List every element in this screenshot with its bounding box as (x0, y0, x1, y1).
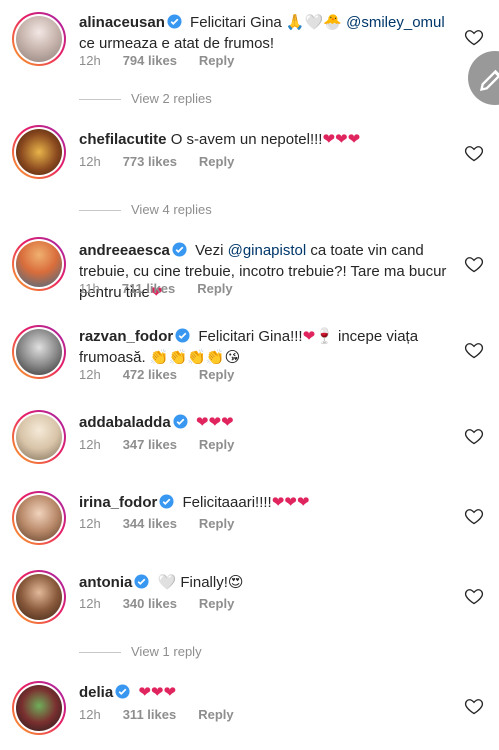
likes-count[interactable]: 311 likes (123, 707, 177, 722)
username[interactable]: chefilacutite (79, 131, 167, 148)
reply-button[interactable]: Reply (199, 437, 234, 452)
divider-line (79, 210, 121, 212)
username[interactable]: razvan_fodor (79, 328, 173, 345)
likes-count[interactable]: 344 likes (123, 516, 177, 531)
comment-meta: 12h 347 likes Reply (79, 437, 256, 452)
view-replies-button[interactable]: View 4 replies (79, 202, 212, 217)
heart-outline-icon[interactable] (464, 506, 484, 526)
heart-emoji: ❤❤❤ (322, 131, 361, 148)
heart-emoji: ❤❤❤ (195, 414, 234, 431)
heart-outline-icon[interactable] (464, 254, 484, 274)
avatar[interactable] (12, 410, 66, 464)
comment-text: razvan_fodor Felicitari Gina!!!❤🍷 incepe… (79, 328, 419, 366)
heart-outline-icon[interactable] (464, 143, 484, 163)
comment-text: alinaceusan Felicitari Gina 🙏🤍🐣 @smiley_… (79, 14, 445, 52)
compose-button[interactable] (468, 51, 499, 105)
heart-emoji: ❤❤❤ (138, 684, 177, 701)
heart-emoji: ❤❤❤ (271, 494, 310, 511)
comment-time: 12h (79, 707, 101, 722)
comment-time: 12h (79, 437, 101, 452)
avatar[interactable] (12, 570, 66, 624)
avatar[interactable] (12, 491, 66, 545)
likes-count[interactable]: 340 likes (123, 596, 177, 611)
username[interactable]: addabaladda (79, 414, 171, 431)
reply-button[interactable]: Reply (198, 707, 233, 722)
heart-outline-icon[interactable] (464, 27, 484, 47)
comment-meta: 12h 794 likes Reply (79, 53, 256, 68)
comment-time: 12h (79, 367, 101, 382)
reply-button[interactable]: Reply (199, 596, 234, 611)
avatar[interactable] (12, 125, 66, 179)
comment-meta: 11h 711 likes Reply (79, 281, 255, 296)
reply-button[interactable]: Reply (197, 281, 232, 296)
comment-time: 11h (79, 281, 100, 296)
heart-outline-icon[interactable] (464, 586, 484, 606)
comment-meta: 12h 472 likes Reply (79, 367, 256, 382)
likes-count[interactable]: 773 likes (123, 154, 177, 169)
comment-time: 12h (79, 516, 101, 531)
comment-time: 12h (79, 596, 101, 611)
comment-meta: 12h 773 likes Reply (79, 154, 256, 169)
username[interactable]: alinaceusan (79, 14, 165, 31)
mention-link[interactable]: @ginapistol (228, 242, 307, 259)
reply-button[interactable]: Reply (199, 53, 234, 68)
divider-line (79, 99, 121, 101)
reply-button[interactable]: Reply (199, 516, 234, 531)
comment-text: irina_fodor Felicitaaari!!!!❤❤❤ (79, 494, 310, 511)
verified-badge-icon (159, 494, 174, 509)
comment-meta: 12h 340 likes Reply (79, 596, 256, 611)
mention-link[interactable]: @smiley_omul (346, 14, 445, 31)
heart-emoji: ❤ (302, 328, 316, 345)
comment-time: 12h (79, 154, 101, 169)
avatar[interactable] (12, 12, 66, 66)
username[interactable]: delia (79, 684, 113, 701)
comment-meta: 12h 344 likes Reply (79, 516, 256, 531)
pencil-icon (479, 69, 499, 92)
heart-outline-icon[interactable] (464, 340, 484, 360)
verified-badge-icon (134, 574, 149, 589)
comment-text: antonia 🤍 Finally!😍 (79, 574, 244, 591)
verified-badge-icon (115, 684, 130, 699)
likes-count[interactable]: 711 likes (122, 281, 176, 296)
comment-meta: 12h 311 likes Reply (79, 707, 256, 722)
heart-outline-icon[interactable] (464, 426, 484, 446)
heart-outline-icon[interactable] (464, 696, 484, 716)
username[interactable]: irina_fodor (79, 494, 157, 511)
verified-badge-icon (167, 14, 182, 29)
divider-line (79, 652, 121, 654)
verified-badge-icon (172, 242, 187, 257)
comment-text: chefilacutite O s-avem un nepotel!!!❤❤❤ (79, 131, 361, 148)
comment-text: delia ❤❤❤ (79, 682, 447, 703)
view-replies-button[interactable]: View 1 reply (79, 644, 202, 659)
reply-button[interactable]: Reply (199, 367, 234, 382)
view-replies-button[interactable]: View 2 replies (79, 91, 212, 106)
likes-count[interactable]: 347 likes (123, 437, 177, 452)
avatar[interactable] (12, 237, 66, 291)
likes-count[interactable]: 472 likes (123, 367, 177, 382)
verified-badge-icon (173, 414, 188, 429)
username[interactable]: antonia (79, 574, 132, 591)
avatar[interactable] (12, 325, 66, 379)
comment-time: 12h (79, 53, 101, 68)
verified-badge-icon (175, 328, 190, 343)
username[interactable]: andreeaesca (79, 242, 170, 259)
avatar[interactable] (12, 681, 66, 735)
reply-button[interactable]: Reply (199, 154, 234, 169)
comment-text: addabaladda ❤❤❤ (79, 412, 447, 433)
likes-count[interactable]: 794 likes (123, 53, 177, 68)
